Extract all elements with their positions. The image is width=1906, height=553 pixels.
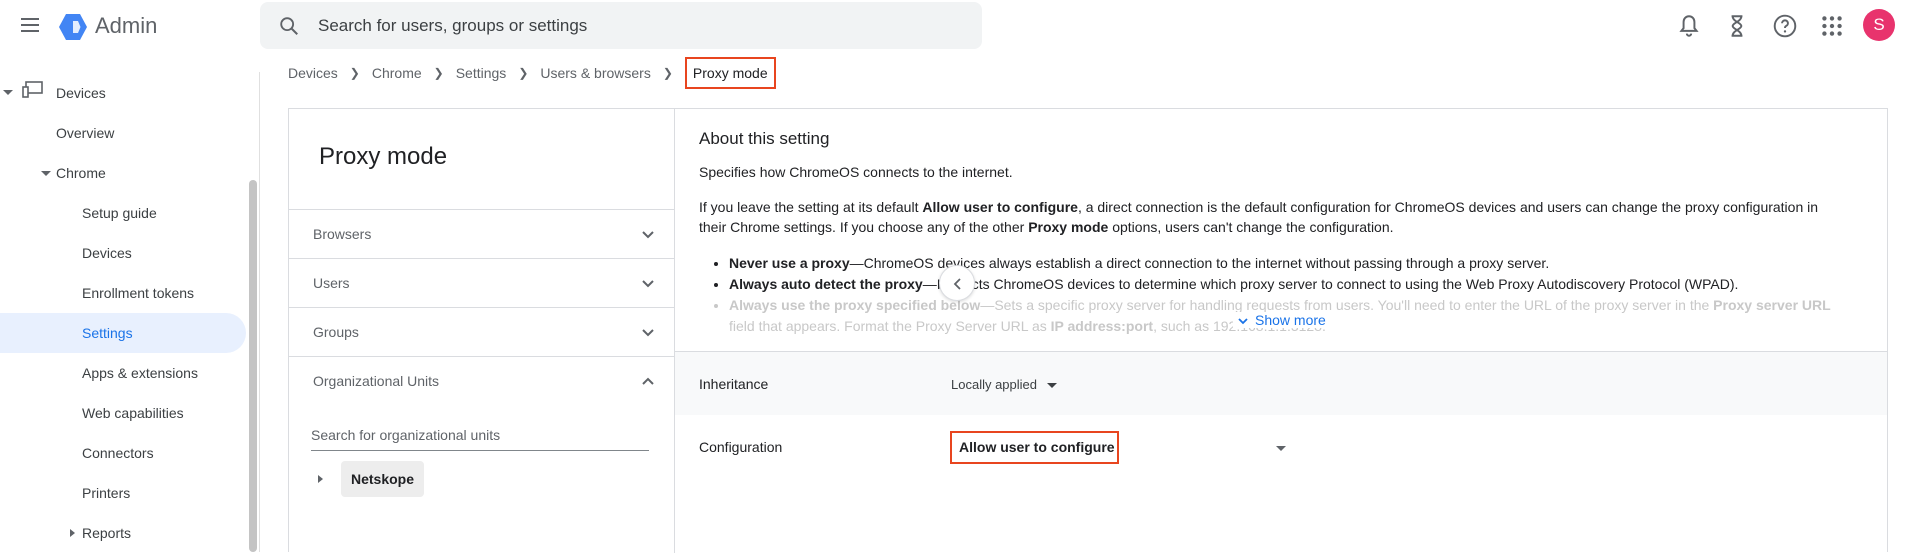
setting-card: Proxy mode Browsers Users Groups Organiz… <box>288 108 1888 553</box>
sidebar-item-web-capabilities[interactable]: Web capabilities <box>82 393 184 433</box>
sidebar-item-printers[interactable]: Printers <box>82 473 130 513</box>
option-field: Proxy server URL <box>1713 297 1831 313</box>
filter-label: Users <box>313 275 350 291</box>
show-more-button[interactable]: Show more <box>1233 312 1330 328</box>
sidebar-item-setup-guide[interactable]: Setup guide <box>82 193 157 233</box>
option-name: Always auto detect the proxy <box>729 276 923 292</box>
chevron-right-icon: ❯ <box>433 66 444 80</box>
breadcrumb-current: Proxy mode <box>684 57 776 89</box>
option-desc: —Instructs ChromeOS devices to determine… <box>922 276 1739 292</box>
filter-browsers[interactable]: Browsers <box>289 209 674 258</box>
hamburger-line <box>21 30 39 32</box>
filter-panel: Proxy mode Browsers Users Groups Organiz… <box>289 109 675 553</box>
caret-down-icon[interactable] <box>1276 446 1286 451</box>
sidebar-item-chrome[interactable]: Chrome <box>56 153 106 193</box>
about-description: Specifies how ChromeOS connects to the i… <box>699 164 1013 180</box>
bold-text: Proxy mode <box>1028 219 1109 235</box>
ou-tree-node[interactable]: Netskope <box>341 461 425 497</box>
page-title: Proxy mode <box>319 143 448 170</box>
configuration-label: Configuration <box>699 439 783 455</box>
option-name: Never use a proxy <box>729 255 850 271</box>
filter-label: Organizational Units <box>313 373 440 389</box>
chevron-right-icon: ❯ <box>349 66 360 80</box>
show-more-label: Show more <box>1255 312 1326 328</box>
chevron-right-icon: ❯ <box>518 66 529 80</box>
caret-down-icon[interactable] <box>1047 383 1057 388</box>
sidebar-scrollbar[interactable] <box>246 52 260 552</box>
setting-details: About this setting Specifies how ChromeO… <box>675 109 1887 553</box>
filter-label: Groups <box>313 324 359 340</box>
devices-icon <box>22 81 43 98</box>
option-desc: field that appears. Format the Proxy Ser… <box>729 318 1051 334</box>
ou-search-input[interactable] <box>311 419 649 451</box>
about-detail: If you leave the setting at its default … <box>699 197 1849 237</box>
filter-label: Browsers <box>313 226 372 242</box>
text: If you leave the setting at its default <box>699 199 923 215</box>
filter-users[interactable]: Users <box>289 258 674 307</box>
breadcrumb-settings[interactable]: Settings <box>456 65 507 81</box>
chevron-down-icon <box>1238 318 1248 325</box>
scrollbar-thumb[interactable] <box>249 180 257 552</box>
search-input[interactable] <box>318 2 958 49</box>
bold-text: Allow user to configure <box>922 199 1078 215</box>
chevron-left-icon <box>953 278 961 290</box>
sidebar-item-connectors[interactable]: Connectors <box>82 433 154 473</box>
main-menu-button[interactable] <box>18 14 42 38</box>
sidebar-nav: Devices Overview Chrome Setup guide Devi… <box>0 70 246 552</box>
inheritance-dropdown[interactable]: Locally applied <box>951 377 1037 392</box>
sidebar-item-reports[interactable]: Reports <box>82 513 131 553</box>
breadcrumb-chrome[interactable]: Chrome <box>372 65 422 81</box>
bell-icon[interactable] <box>1676 13 1702 39</box>
breadcrumb-devices[interactable]: Devices <box>288 65 338 81</box>
chevron-up-icon <box>642 377 654 385</box>
sidebar-item-devices[interactable]: Devices <box>56 73 106 113</box>
configuration-select[interactable]: Allow user to configure <box>950 431 1119 464</box>
option-format: IP address:port <box>1050 318 1154 334</box>
hamburger-line <box>21 24 39 26</box>
chevron-down-icon <box>642 280 654 288</box>
sidebar-item-apps-extensions[interactable]: Apps & extensions <box>82 353 198 393</box>
expand-ou-icon[interactable] <box>318 475 323 483</box>
apps-grid-icon[interactable] <box>1819 13 1845 39</box>
list-item: Never use a proxy—ChromeOS devices alway… <box>729 253 1849 274</box>
inheritance-row: Inheritance Locally applied <box>675 351 1887 415</box>
chevron-right-icon: ❯ <box>662 66 673 80</box>
caret-down-icon[interactable] <box>41 171 51 176</box>
caret-right-icon[interactable] <box>70 529 75 537</box>
hamburger-line <box>21 18 39 20</box>
sidebar-item-settings[interactable]: Settings <box>0 313 246 353</box>
option-desc: —Sets a specific proxy server for handli… <box>980 297 1714 313</box>
filter-groups[interactable]: Groups <box>289 307 674 356</box>
chevron-down-icon <box>642 231 654 239</box>
sidebar-item-enrollment-tokens[interactable]: Enrollment tokens <box>82 273 194 313</box>
search-icon <box>280 17 298 35</box>
inheritance-label: Inheritance <box>699 376 769 392</box>
top-bar: Admin S <box>0 0 1906 52</box>
sidebar-item-chrome-devices[interactable]: Devices <box>82 233 132 273</box>
hourglass-icon[interactable] <box>1724 13 1750 39</box>
avatar[interactable]: S <box>1863 9 1895 41</box>
admin-logo-icon[interactable] <box>58 13 88 41</box>
global-search[interactable] <box>260 2 982 49</box>
about-title: About this setting <box>699 129 830 148</box>
caret-down-icon[interactable] <box>3 90 13 95</box>
help-icon[interactable] <box>1772 13 1798 39</box>
sidebar-divider <box>259 72 260 552</box>
sidebar-item-overview[interactable]: Overview <box>56 113 114 153</box>
app-title[interactable]: Admin <box>95 13 157 39</box>
list-item: Always auto detect the proxy—Instructs C… <box>729 274 1849 295</box>
collapse-panel-button[interactable] <box>939 265 975 301</box>
filter-organizational-units[interactable]: Organizational Units <box>289 356 674 405</box>
text: options, users can't change the configur… <box>1108 219 1394 235</box>
chevron-down-icon <box>642 329 654 337</box>
breadcrumb-users-browsers[interactable]: Users & browsers <box>540 65 650 81</box>
breadcrumb: Devices ❯ Chrome ❯ Settings ❯ Users & br… <box>288 57 776 89</box>
